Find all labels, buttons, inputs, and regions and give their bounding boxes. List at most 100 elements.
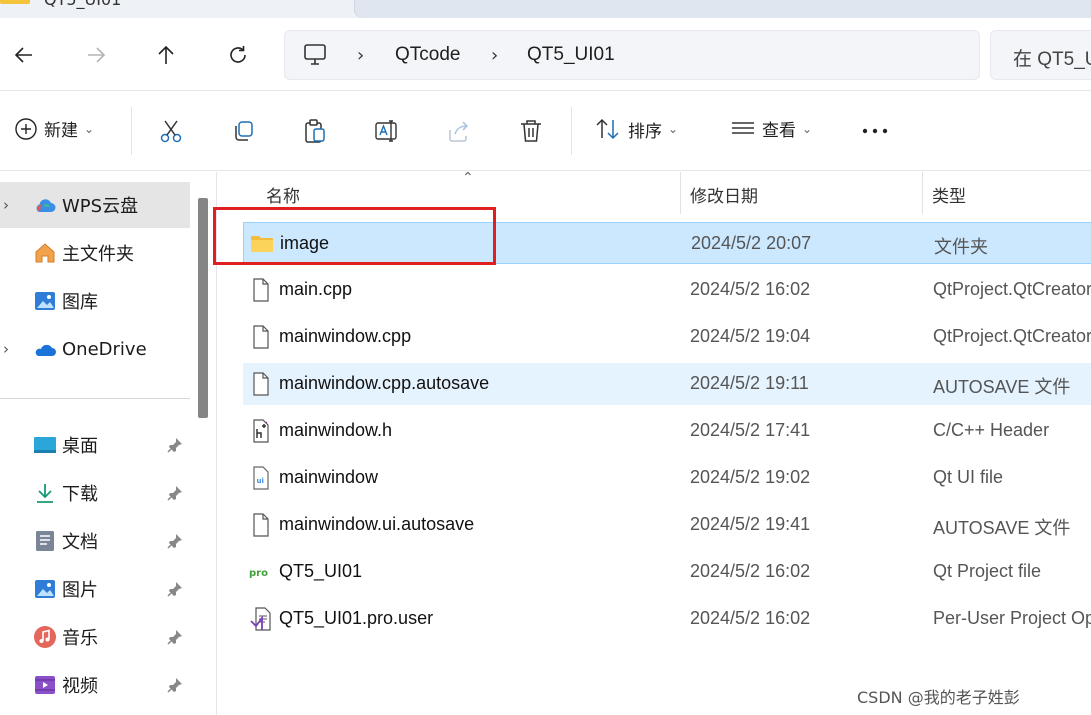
- copy-icon: [235, 121, 253, 141]
- download-icon: [37, 484, 53, 503]
- rename-icon: [375, 120, 397, 142]
- column-header-name[interactable]: 名称: [266, 182, 300, 207]
- table-row[interactable]: main.cpp 2024/5/2 16:02 QtProject.QtCrea…: [243, 269, 1091, 311]
- file-icon: [253, 372, 269, 396]
- sidebar-item-label: 图片: [62, 580, 98, 601]
- forward-button[interactable]: [76, 40, 116, 70]
- tab-inactive[interactable]: [354, 0, 1091, 18]
- sort-button[interactable]: 排序 ⌄: [594, 116, 678, 142]
- arrow-right-icon: [88, 47, 106, 63]
- sidebar-item-documents[interactable]: 文档: [0, 518, 190, 564]
- file-date: 2024/5/2 16:02: [690, 561, 811, 581]
- file-name: mainwindow.cpp: [279, 326, 412, 346]
- rename-button[interactable]: [372, 116, 402, 146]
- tab-strip: QT5_UI01: [0, 0, 1091, 18]
- column-divider[interactable]: [922, 172, 923, 214]
- table-row[interactable]: ui mainwindow 2024/5/2 19:02 Qt UI file: [243, 457, 1091, 499]
- sort-label: 排序: [628, 121, 662, 142]
- column-header-date[interactable]: 修改日期: [690, 182, 758, 207]
- chevron-right-icon[interactable]: ›: [491, 45, 498, 66]
- search-input[interactable]: 在 QT5_UI01: [1013, 44, 1091, 71]
- sidebar-item-label: WPS云盘: [62, 196, 139, 217]
- file-icon: [253, 278, 269, 302]
- more-icon: [862, 128, 888, 134]
- search-box[interactable]: 在 QT5_UI01: [990, 30, 1091, 80]
- refresh-button[interactable]: [218, 40, 258, 70]
- chevron-right-icon[interactable]: ›: [3, 196, 9, 214]
- scissors-icon: [160, 120, 182, 143]
- onedrive-icon: [35, 344, 56, 356]
- address-bar[interactable]: › QTcode › QT5_UI01: [284, 30, 980, 80]
- file-name: mainwindow.cpp.autosave: [279, 373, 490, 393]
- sidebar-item-home[interactable]: 主文件夹: [0, 230, 190, 276]
- table-row[interactable]: pro QT5_UI01 2024/5/2 16:02 Qt Project f…: [243, 551, 1091, 593]
- chevron-right-icon[interactable]: ›: [3, 340, 9, 358]
- file-type: 文件夹: [934, 237, 988, 257]
- gallery-icon: [35, 292, 55, 310]
- sidebar-scrollbar[interactable]: [198, 198, 208, 418]
- new-button[interactable]: 新建 ⌄: [14, 116, 94, 141]
- video-icon: [35, 676, 55, 694]
- paste-button[interactable]: [300, 116, 330, 146]
- desktop-icon: [34, 437, 56, 453]
- up-button[interactable]: [146, 40, 186, 70]
- file-name: mainwindow.ui.autosave: [279, 514, 475, 534]
- sidebar-item-music[interactable]: 音乐: [0, 614, 190, 660]
- column-divider[interactable]: [680, 172, 681, 214]
- breadcrumb-qtcode[interactable]: QTcode: [395, 44, 460, 66]
- sidebar-item-gallery[interactable]: 图库: [0, 278, 190, 324]
- sidebar-item-downloads[interactable]: 下载: [0, 470, 190, 516]
- pin-icon[interactable]: [166, 628, 184, 646]
- file-date: 2024/5/2 19:41: [690, 514, 811, 534]
- svg-text:pro: pro: [249, 568, 268, 579]
- table-row[interactable]: mainwindow.h 2024/5/2 17:41 C/C++ Header: [243, 410, 1091, 452]
- file-date: 2024/5/2 16:02: [690, 608, 811, 628]
- back-button[interactable]: [4, 40, 44, 70]
- arrow-left-icon: [14, 47, 32, 63]
- table-row[interactable]: QT5_UI01.pro.user 2024/5/2 16:02 Per-Use…: [243, 598, 1091, 640]
- pin-icon[interactable]: [166, 436, 184, 454]
- file-date: 2024/5/2 19:11: [690, 373, 809, 393]
- chevron-down-icon: ⌄: [668, 122, 679, 136]
- table-row[interactable]: mainwindow.cpp.autosave 2024/5/2 19:11 A…: [243, 363, 1091, 405]
- svg-text:ui: ui: [257, 477, 264, 485]
- header-file-icon: [253, 419, 269, 443]
- share-button[interactable]: [444, 116, 474, 146]
- more-button[interactable]: [860, 116, 890, 146]
- tab-title[interactable]: QT5_UI01: [44, 0, 121, 9]
- view-list-icon: [732, 121, 754, 134]
- table-row[interactable]: mainwindow.cpp 2024/5/2 19:04 QtProject.…: [243, 316, 1091, 358]
- divider: [571, 107, 572, 155]
- sidebar-item-pictures[interactable]: 图片: [0, 566, 190, 612]
- pin-icon[interactable]: [166, 484, 184, 502]
- copy-button[interactable]: [228, 116, 258, 146]
- computer-icon: [304, 44, 326, 65]
- chevron-down-icon: ⌄: [84, 121, 95, 136]
- sidebar-item-label: 音乐: [62, 628, 98, 649]
- view-button[interactable]: 查看 ⌄: [730, 116, 812, 141]
- breadcrumb-qt5-ui01[interactable]: QT5_UI01: [527, 44, 615, 66]
- divider: [0, 170, 1091, 171]
- column-header-type[interactable]: 类型: [932, 182, 966, 207]
- refresh-icon: [230, 46, 246, 63]
- pin-icon[interactable]: [166, 676, 184, 694]
- chevron-right-icon[interactable]: ›: [357, 45, 364, 66]
- wps-cloud-icon: [36, 199, 56, 212]
- file-type: AUTOSAVE 文件: [933, 377, 1071, 397]
- view-label: 查看: [762, 121, 796, 141]
- delete-button[interactable]: [516, 116, 546, 146]
- plus-circle-icon: [15, 117, 37, 140]
- file-name: mainwindow: [279, 467, 379, 487]
- sidebar-item-wps-cloud[interactable]: › WPS云盘: [0, 182, 190, 228]
- pin-icon[interactable]: [166, 580, 184, 598]
- sidebar-item-label: 下载: [62, 484, 98, 505]
- sidebar-item-desktop[interactable]: 桌面: [0, 422, 190, 468]
- sidebar-item-onedrive[interactable]: › OneDrive: [0, 326, 190, 372]
- sidebar-item-videos[interactable]: 视频: [0, 662, 190, 708]
- sidebar-item-label: 文档: [62, 532, 98, 553]
- highlight-box: [213, 207, 496, 265]
- file-icon: [253, 325, 269, 349]
- cut-button[interactable]: [156, 116, 186, 146]
- table-row[interactable]: mainwindow.ui.autosave 2024/5/2 19:41 AU…: [243, 504, 1091, 546]
- pin-icon[interactable]: [166, 532, 184, 550]
